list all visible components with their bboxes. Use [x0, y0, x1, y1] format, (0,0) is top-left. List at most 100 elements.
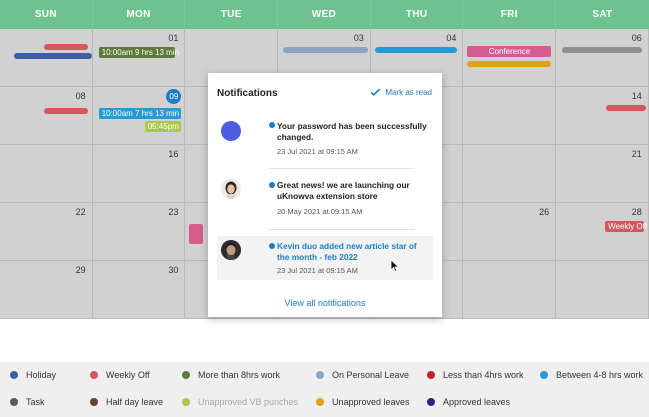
unread-dot-icon — [269, 182, 275, 188]
day-header-sun: SUN — [0, 0, 93, 29]
less-than-4hrs-dot-icon — [427, 371, 435, 379]
date-number: 04 — [446, 33, 457, 43]
date-number: 23 — [168, 207, 179, 217]
calendar-cell[interactable] — [463, 261, 557, 319]
legend-item: Task — [10, 397, 45, 407]
calendar-cell[interactable] — [556, 261, 649, 319]
calendar-header: SUN MON TUE WED THU FRI SAT — [0, 0, 649, 29]
notifications-panel: Notifications Mark as read Your password… — [208, 73, 442, 317]
weekly-off-chip[interactable]: Weekly Off — [605, 221, 647, 232]
calendar-cell[interactable] — [0, 29, 93, 87]
hours-chip[interactable]: 10:00am 7 hrs 13 min — [98, 108, 181, 119]
legend-item: Unapproved leaves — [316, 397, 410, 407]
double-check-icon — [370, 88, 381, 97]
legend-label: Half day leave — [106, 397, 164, 407]
calendar-cell[interactable]: 23 — [92, 203, 186, 261]
between-hours-bar[interactable] — [374, 47, 457, 53]
task-dot-icon — [10, 398, 18, 406]
notification-item[interactable]: Kevin duo added new article star of the … — [217, 236, 433, 280]
legend-item: Half day leave — [90, 397, 163, 407]
day-header-tue: TUE — [185, 0, 279, 29]
notification-text: Great news! we are launching our uKnowva… — [277, 180, 410, 201]
legend-item: Holiday — [10, 370, 56, 380]
calendar-cell[interactable]: 29 — [0, 261, 93, 319]
notification-text: Kevin duo added new article star of the … — [277, 241, 417, 262]
today-date-badge: 09 — [166, 89, 182, 104]
unread-dot-icon — [269, 243, 275, 249]
legend-item: Weekly Off — [90, 370, 150, 380]
calendar-cell[interactable] — [0, 145, 93, 203]
legend-label: Approved leaves — [443, 397, 511, 407]
personal-leave-dot-icon — [316, 371, 324, 379]
conference-bar[interactable] — [189, 224, 204, 244]
holiday-bar[interactable] — [14, 53, 92, 59]
divider — [269, 229, 415, 230]
between-4-8-dot-icon — [540, 371, 548, 379]
calendar-cell[interactable]: 28 Weekly Off — [556, 203, 649, 261]
legend-item: Less than 4hrs work — [427, 370, 524, 380]
unapproved-leaves-dot-icon — [316, 398, 324, 406]
calendar-cell[interactable] — [463, 87, 557, 145]
unapproved-leave-bar[interactable] — [467, 61, 552, 67]
mouse-cursor-icon — [390, 259, 400, 272]
calendar-cell[interactable]: 26 — [463, 203, 557, 261]
day-header-wed: WED — [278, 0, 371, 29]
calendar-cell[interactable]: 09 10:00am 7 hrs 13 min 05:45pm — [92, 87, 186, 145]
calendar-cell[interactable] — [463, 145, 557, 203]
mark-as-read-button[interactable]: Mark as read — [370, 88, 432, 97]
date-number: 29 — [75, 265, 86, 275]
weekly-off-bar[interactable] — [606, 105, 647, 111]
personal-leave-bar[interactable] — [283, 47, 369, 53]
legend-label: Unapproved VB punches — [198, 397, 299, 407]
calendar-cell[interactable]: 06 — [556, 29, 649, 87]
more-than-8hrs-dot-icon — [182, 371, 190, 379]
calendar-cell[interactable]: 21 — [556, 145, 649, 203]
day-header-sat: SAT — [592, 9, 613, 20]
blue-circle-avatar — [221, 121, 241, 141]
date-number: 14 — [631, 91, 642, 101]
notification-item[interactable]: Great news! we are launching our uKnowva… — [217, 173, 433, 225]
date-number: 22 — [75, 207, 86, 217]
legend-item: Unapproved VB punches — [182, 397, 298, 407]
date-number: 01 — [168, 33, 179, 43]
approved-leaves-dot-icon — [427, 398, 435, 406]
weekly-off-bar[interactable] — [44, 108, 88, 114]
notifications-title: Notifications — [217, 88, 278, 99]
task-bar[interactable] — [562, 47, 643, 53]
notification-text: Your password has been successfully chan… — [277, 121, 427, 142]
notification-item[interactable]: Your password has been successfully chan… — [217, 113, 433, 163]
vb-punch-chip[interactable]: 05:45pm — [144, 121, 181, 132]
legend-label: Holiday — [26, 370, 57, 380]
calendar-cell[interactable]: 08 — [0, 87, 93, 145]
date-number: 30 — [168, 265, 179, 275]
calendar-cell[interactable]: 01 10:00am 9 hrs 13 min — [92, 29, 186, 87]
date-number: 21 — [631, 149, 642, 159]
calendar-cell[interactable]: 14 — [556, 87, 649, 145]
calendar-cell[interactable]: 30 — [92, 261, 186, 319]
calendar-cell[interactable]: Conference — [463, 29, 557, 87]
legend-item: More than 8hrs work — [182, 370, 280, 380]
hours-chip[interactable]: 10:00am 9 hrs 13 min — [98, 47, 179, 58]
conference-chip[interactable]: Conference — [467, 46, 552, 57]
weekly-off-bar[interactable] — [44, 44, 88, 50]
man-avatar — [221, 240, 241, 260]
legend-label: Weekly Off — [106, 370, 150, 380]
day-header-thu: THU — [371, 0, 464, 29]
legend-label: Less than 4hrs work — [443, 370, 524, 380]
legend-label: More than 8hrs work — [198, 370, 281, 380]
legend: Holiday Weekly Off More than 8hrs work O… — [0, 362, 649, 417]
calendar-cell[interactable]: 22 — [0, 203, 93, 261]
date-number: 03 — [353, 33, 364, 43]
notification-time: 23 Jul 2021 at 09:15 AM — [277, 266, 358, 275]
unread-dot-icon — [269, 122, 275, 128]
calendar-cell[interactable]: 16 — [92, 145, 186, 203]
legend-label: Between 4-8 hrs work — [556, 370, 644, 380]
date-number: 06 — [631, 33, 642, 43]
divider — [269, 168, 415, 169]
date-number: 28 — [631, 207, 642, 217]
view-all-notifications-link[interactable]: View all notifications — [208, 298, 442, 308]
legend-label: On Personal Leave — [332, 370, 410, 380]
unapproved-vb-dot-icon — [182, 398, 190, 406]
legend-item: On Personal Leave — [316, 370, 409, 380]
holiday-dot-icon — [10, 371, 18, 379]
